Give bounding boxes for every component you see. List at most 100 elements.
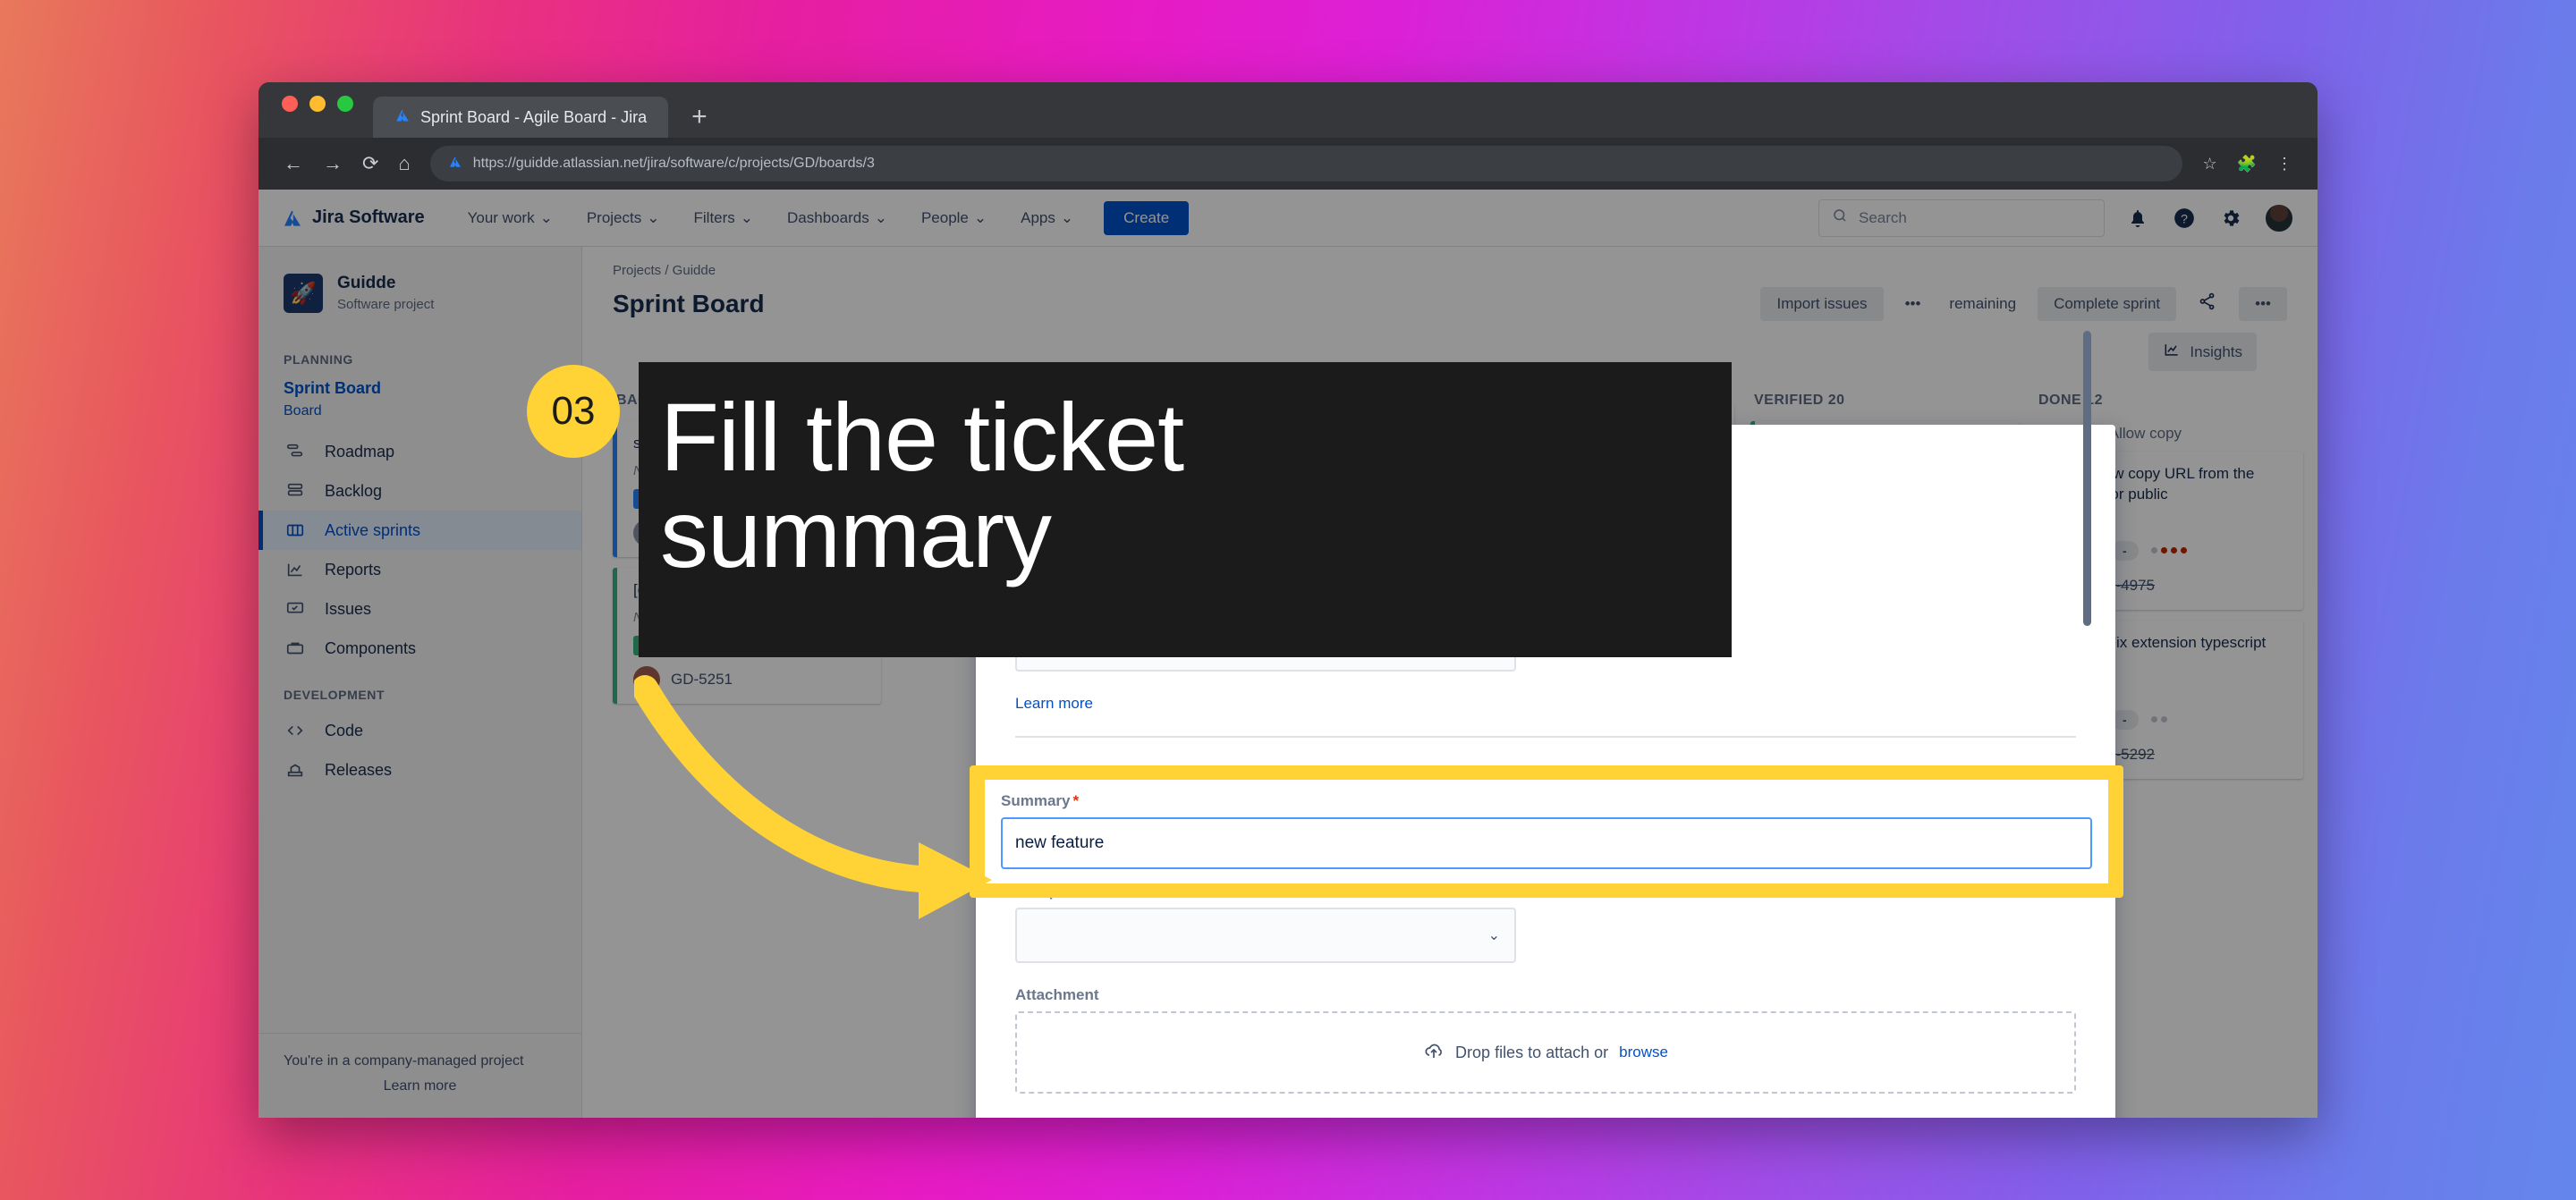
chevron-down-icon: ⌄ <box>740 208 754 226</box>
browser-tabstrip: Sprint Board - Agile Board - Jira + <box>258 82 2318 138</box>
pointer-arrow <box>634 675 992 919</box>
attachment-label: Attachment <box>1015 986 1099 1003</box>
minimize-window-button[interactable] <box>309 96 326 112</box>
reports-chart-icon <box>284 560 307 579</box>
url-text: https://guidde.atlassian.net/jira/softwa… <box>472 156 875 171</box>
jira-logo[interactable]: Jira Software <box>282 207 425 229</box>
atlassian-icon <box>394 107 411 128</box>
board-columns-icon <box>284 520 307 540</box>
insights-chart-icon <box>2163 341 2181 363</box>
sidebar-item-roadmap[interactable]: Roadmap <box>258 432 581 471</box>
url-input[interactable]: https://guidde.atlassian.net/jira/softwa… <box>429 146 2183 182</box>
help-icon[interactable]: ? <box>2171 205 2198 232</box>
nav-projects[interactable]: Projects ⌄ <box>574 202 673 234</box>
callout-box: Fill the ticket summary <box>639 362 1732 657</box>
sidebar-item-label: Code <box>325 721 364 739</box>
gear-icon[interactable] <box>2217 205 2244 232</box>
maximize-window-button[interactable] <box>337 96 353 112</box>
complete-sprint-button[interactable]: Complete sprint <box>2038 286 2177 321</box>
close-window-button[interactable] <box>282 96 298 112</box>
sidebar-item-label: Issues <box>325 599 372 618</box>
chevron-down-icon: ⌄ <box>1060 208 1074 226</box>
sidebar-item-label: Releases <box>325 760 393 779</box>
attachment-dropzone[interactable]: Drop files to attach or browse <box>1015 1011 2076 1094</box>
learn-more-link[interactable]: Learn more <box>1015 695 2076 713</box>
card-status-dots <box>2150 716 2167 723</box>
summary-input[interactable]: new feature <box>1001 817 2092 869</box>
summary-highlight-band: Summary * new feature <box>970 765 2123 898</box>
search-input[interactable]: Search <box>1818 199 2105 237</box>
sidebar: 🚀 Guidde Software project PLANNING Sprin… <box>258 247 582 1118</box>
code-icon <box>284 721 307 740</box>
new-tab-button[interactable]: + <box>691 104 708 131</box>
home-icon[interactable]: ⌂ <box>398 154 410 173</box>
nav-people-label: People <box>920 208 969 226</box>
browser-menu-icon[interactable]: ⋮ <box>2276 155 2292 173</box>
share-icon[interactable] <box>2190 283 2224 324</box>
sidebar-item-backlog[interactable]: Backlog <box>258 471 581 511</box>
reload-icon[interactable]: ⟳ <box>362 154 378 173</box>
upload-cloud-icon <box>1423 1040 1445 1066</box>
nav-your-work-label: Your work <box>467 208 535 226</box>
sidebar-section-development: DEVELOPMENT <box>284 688 386 702</box>
sidebar-item-label: Active sprints <box>325 520 421 539</box>
insights-button[interactable]: Insights <box>2148 333 2257 371</box>
nav-your-work[interactable]: Your work ⌄ <box>455 202 565 234</box>
bookmark-star-icon[interactable]: ☆ <box>2202 155 2216 173</box>
summary-highlight-inner: Summary * new feature <box>985 780 2108 883</box>
board-options-button[interactable]: ••• <box>2239 286 2287 321</box>
sidebar-item-code[interactable]: Code <box>258 711 581 750</box>
back-icon[interactable]: ← <box>284 154 303 173</box>
notification-icon[interactable] <box>2124 205 2151 232</box>
summary-input-value: new feature <box>1015 833 1105 852</box>
callout-line-2: summary <box>660 479 1052 587</box>
sidebar-item-reports[interactable]: Reports <box>258 550 581 589</box>
browse-link[interactable]: browse <box>1619 1044 1668 1061</box>
issues-icon <box>284 599 307 619</box>
sidebar-item-active-sprints[interactable]: Active sprints <box>258 511 581 550</box>
forward-icon[interactable]: → <box>323 154 343 173</box>
attachment-field: Attachment Drop files to attach or brows… <box>1015 986 2076 1094</box>
chevron-down-icon: ⌄ <box>874 208 887 226</box>
nav-filters[interactable]: Filters ⌄ <box>682 202 767 234</box>
chevron-down-icon: ⌄ <box>539 208 553 226</box>
sprint-remaining-label: remaining <box>1949 294 2017 312</box>
page-title: Sprint Board <box>613 289 765 317</box>
project-rocket-icon: 🚀 <box>284 274 323 313</box>
svg-text:?: ? <box>2181 211 2188 225</box>
project-type: Software project <box>337 297 435 312</box>
board-more-menu-button[interactable]: ••• <box>1898 287 1928 321</box>
breadcrumb[interactable]: Projects / Guidde <box>613 263 2287 278</box>
chevron-down-icon: ⌄ <box>973 208 987 226</box>
avatar[interactable] <box>2264 202 2294 233</box>
releases-icon <box>284 760 307 780</box>
window-traffic-lights[interactable] <box>282 82 353 138</box>
browser-address-bar: ← → ⟳ ⌂ https://guidde.atlassian.net/jir… <box>258 138 2318 190</box>
import-issues-button[interactable]: Import issues <box>1760 286 1884 321</box>
sidebar-item-releases[interactable]: Releases <box>258 750 581 790</box>
sidebar-item-label: Backlog <box>325 481 383 500</box>
step-number-badge: 03 <box>527 365 620 458</box>
nav-dashboards-label: Dashboards <box>787 208 869 226</box>
nav-dashboards[interactable]: Dashboards ⌄ <box>775 202 900 234</box>
create-button[interactable]: Create <box>1104 200 1190 235</box>
nav-apps[interactable]: Apps ⌄ <box>1008 202 1086 234</box>
extensions-icon[interactable]: 🧩 <box>2237 155 2257 173</box>
components-select[interactable]: ⌄ <box>1015 908 1516 963</box>
sidebar-item-issues[interactable]: Issues <box>258 589 581 629</box>
modal-divider <box>1015 736 2076 738</box>
site-atlassian-icon <box>448 155 462 173</box>
nav-people[interactable]: People ⌄ <box>909 202 999 234</box>
required-asterisk: * <box>1072 792 1080 809</box>
roadmap-icon <box>284 442 307 461</box>
sidebar-footer-text: You're in a company-managed project <box>284 1053 524 1069</box>
sidebar-item-label: Roadmap <box>325 442 395 461</box>
column-header: DONE 12 <box>2038 393 2103 408</box>
browser-tab[interactable]: Sprint Board - Agile Board - Jira <box>373 97 669 138</box>
sidebar-project-header[interactable]: 🚀 Guidde Software project <box>258 266 581 333</box>
insights-label: Insights <box>2190 342 2242 360</box>
modal-scrollbar[interactable] <box>2083 331 2091 626</box>
sidebar-footer: You're in a company-managed project Lear… <box>258 1033 581 1118</box>
sidebar-footer-link[interactable]: Learn more <box>284 1078 556 1094</box>
sidebar-item-components[interactable]: Components <box>258 629 581 668</box>
